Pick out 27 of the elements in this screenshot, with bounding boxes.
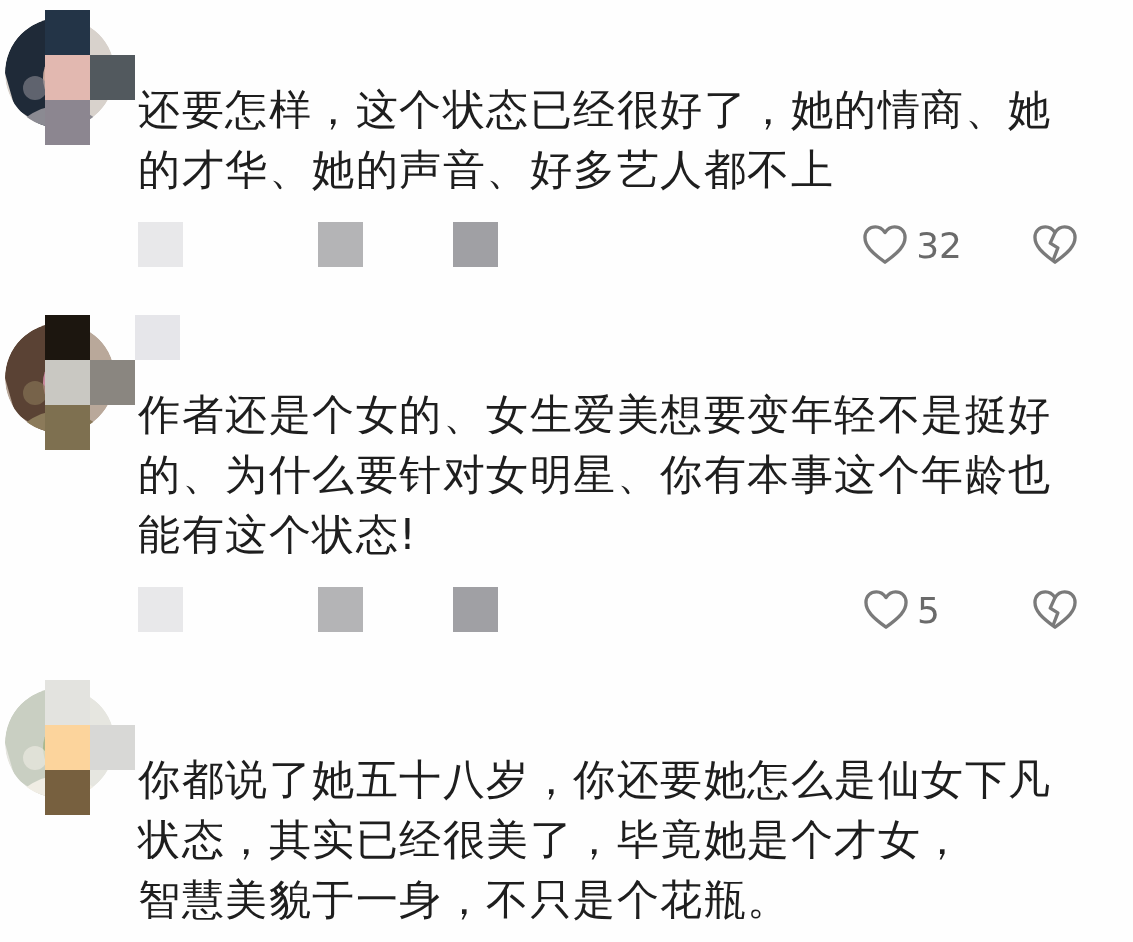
mosaic-block [318,587,363,632]
mosaic-block [90,725,135,770]
mosaic-block [45,360,90,405]
mosaic-block [453,222,498,267]
mosaic-block [45,680,90,725]
mosaic-block [45,55,90,100]
broken-heart-icon[interactable] [1032,589,1078,631]
mosaic-block [90,55,135,100]
comment-text: 还要怎样，这个状态已经很好了，她的情商、她的才华、她的声音、好多艺人都不上 [138,84,1053,196]
mosaic-block [45,315,90,360]
mosaic-block [45,100,90,145]
mosaic-block [45,405,90,450]
comment-text: 智慧美貌于一身，不只是个花瓶。 [138,874,792,926]
mosaic-block [45,10,90,55]
mosaic-block [90,360,135,405]
like-count: 5 [917,589,941,631]
heart-icon[interactable] [863,589,909,631]
mosaic-block [45,725,90,770]
comment-text: 你都说了她五十八岁，你还要她怎么是仙女下凡状态，其实已经很美了，毕竟她是个才女， [138,754,1053,866]
mosaic-block [45,770,90,815]
comment-text: 作者还是个女的、女生爱美想要变年轻不是挺好的、为什么要针对女明星、你有本事这个年龄也能有这个状态! [138,389,1053,561]
mosaic-block [318,222,363,267]
like-count: 32 [916,224,962,266]
mosaic-block [135,315,180,360]
broken-heart-icon[interactable] [1032,224,1078,266]
heart-icon[interactable] [862,224,909,266]
mosaic-block [453,587,498,632]
